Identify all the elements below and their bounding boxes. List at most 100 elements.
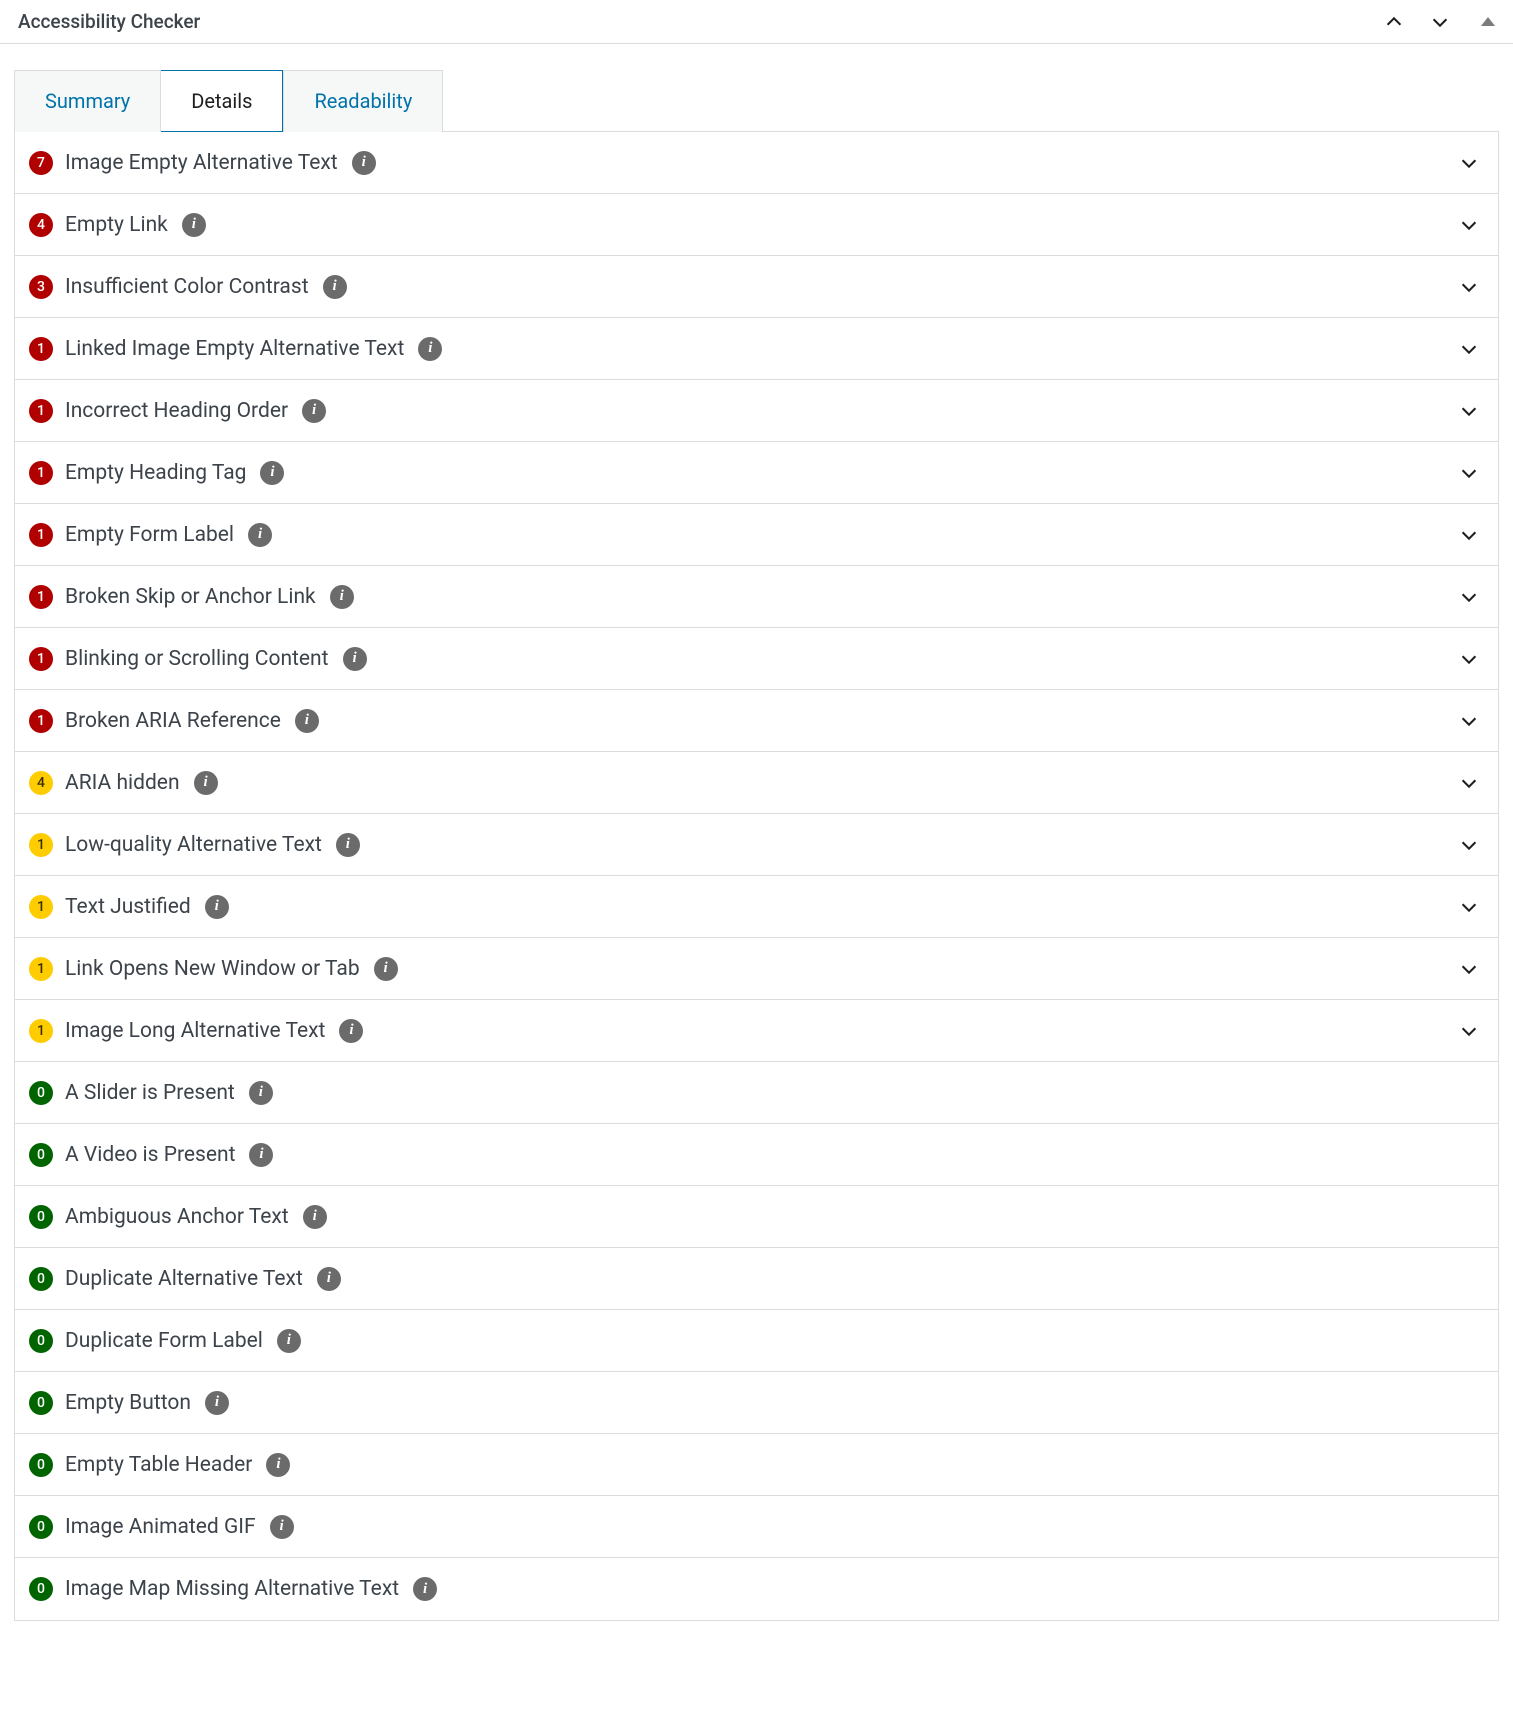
issue-row[interactable]: 1 Incorrect Heading Order i xyxy=(15,380,1498,442)
chevron-down-icon[interactable] xyxy=(1458,524,1480,546)
issue-row: 0A Video is Presenti xyxy=(15,1124,1498,1186)
issue-title: Insufficient Color Contrast xyxy=(65,275,309,299)
panel-header-controls xyxy=(1383,11,1495,33)
issue-title: Blinking or Scrolling Content xyxy=(65,647,329,671)
issue-title: Incorrect Heading Order xyxy=(65,399,288,423)
info-icon[interactable]: i xyxy=(205,895,229,919)
chevron-down-icon[interactable] xyxy=(1458,958,1480,980)
chevron-down-icon[interactable] xyxy=(1458,152,1480,174)
chevron-down-icon[interactable] xyxy=(1458,772,1480,794)
chevron-down-icon[interactable] xyxy=(1458,462,1480,484)
count-badge: 0 xyxy=(29,1143,53,1167)
info-icon[interactable]: i xyxy=(266,1453,290,1477)
info-icon[interactable]: i xyxy=(302,399,326,423)
issue-title: ARIA hidden xyxy=(65,771,180,795)
chevron-down-icon[interactable] xyxy=(1458,214,1480,236)
info-icon[interactable]: i xyxy=(260,461,284,485)
chevron-down-icon[interactable] xyxy=(1458,400,1480,422)
chevron-down-icon[interactable] xyxy=(1458,276,1480,298)
info-icon[interactable]: i xyxy=(277,1329,301,1353)
issue-title: Broken Skip or Anchor Link xyxy=(65,585,316,609)
info-icon[interactable]: i xyxy=(303,1205,327,1229)
issue-row[interactable]: 1 Empty Form Label i xyxy=(15,504,1498,566)
triangle-up-icon[interactable] xyxy=(1481,17,1495,26)
issue-row[interactable]: 1 Text Justified i xyxy=(15,876,1498,938)
issue-row[interactable]: 1 Empty Heading Tag i xyxy=(15,442,1498,504)
issue-row[interactable]: 4 ARIA hidden i xyxy=(15,752,1498,814)
tab-summary[interactable]: Summary xyxy=(14,70,161,132)
issue-row[interactable]: 1Blinking or Scrolling Contenti xyxy=(15,628,1498,690)
chevron-down-icon[interactable] xyxy=(1429,11,1451,33)
chevron-down-icon[interactable] xyxy=(1458,648,1480,670)
chevron-down-icon[interactable] xyxy=(1458,834,1480,856)
count-badge: 1 xyxy=(29,585,53,609)
count-badge: 1 xyxy=(29,1019,53,1043)
info-icon[interactable]: i xyxy=(317,1267,341,1291)
count-badge: 1 xyxy=(29,957,53,981)
issue-title: Low-quality Alternative Text xyxy=(65,833,322,857)
issue-row[interactable]: 3Insufficient Color Contrasti xyxy=(15,256,1498,318)
chevron-down-icon[interactable] xyxy=(1458,338,1480,360)
count-badge: 1 xyxy=(29,337,53,361)
tab-readability[interactable]: Readability xyxy=(283,70,443,132)
count-badge: 1 xyxy=(29,895,53,919)
count-badge: 1 xyxy=(29,461,53,485)
info-icon[interactable]: i xyxy=(336,833,360,857)
issue-title: Image Long Alternative Text xyxy=(65,1019,325,1043)
issue-row[interactable]: 1Link Opens New Window or Tabi xyxy=(15,938,1498,1000)
info-icon[interactable]: i xyxy=(248,523,272,547)
count-badge: 0 xyxy=(29,1205,53,1229)
count-badge: 0 xyxy=(29,1577,53,1601)
info-icon[interactable]: i xyxy=(413,1577,437,1601)
issue-title: Linked Image Empty Alternative Text xyxy=(65,337,404,361)
info-icon[interactable]: i xyxy=(352,151,376,175)
info-icon[interactable]: i xyxy=(374,957,398,981)
issue-row[interactable]: 7 Image Empty Alternative Text i xyxy=(15,132,1498,194)
info-icon[interactable]: i xyxy=(194,771,218,795)
issue-row[interactable]: 4Empty Linki xyxy=(15,194,1498,256)
issue-title: Image Empty Alternative Text xyxy=(65,151,338,175)
tab-bar: SummaryDetailsReadability xyxy=(14,70,1499,132)
info-icon[interactable]: i xyxy=(182,213,206,237)
count-badge: 1 xyxy=(29,523,53,547)
issue-title: Image Animated GIF xyxy=(65,1515,256,1539)
issue-row[interactable]: 1Low-quality Alternative Texti xyxy=(15,814,1498,876)
info-icon[interactable]: i xyxy=(343,647,367,671)
issue-title: Text Justified xyxy=(65,895,191,919)
issue-title: Image Map Missing Alternative Text xyxy=(65,1577,399,1601)
info-icon[interactable]: i xyxy=(295,709,319,733)
chevron-down-icon[interactable] xyxy=(1458,586,1480,608)
issue-title: Empty Form Label xyxy=(65,523,234,547)
panel-title: Accessibility Checker xyxy=(18,10,200,33)
issue-title: A Slider is Present xyxy=(65,1081,235,1105)
info-icon[interactable]: i xyxy=(249,1081,273,1105)
count-badge: 0 xyxy=(29,1267,53,1291)
chevron-down-icon[interactable] xyxy=(1458,1020,1480,1042)
issue-row: 0 Ambiguous Anchor Text i xyxy=(15,1186,1498,1248)
info-icon[interactable]: i xyxy=(249,1143,273,1167)
chevron-up-icon[interactable] xyxy=(1383,11,1405,33)
issue-row: 0A Slider is Presenti xyxy=(15,1062,1498,1124)
issue-row: 0Image Animated GIFi xyxy=(15,1496,1498,1558)
issue-row[interactable]: 1 Broken Skip or Anchor Link i xyxy=(15,566,1498,628)
issue-title: Empty Heading Tag xyxy=(65,461,246,485)
count-badge: 0 xyxy=(29,1391,53,1415)
issue-row[interactable]: 1 Linked Image Empty Alternative Text i xyxy=(15,318,1498,380)
issue-title: Empty Link xyxy=(65,213,168,237)
chevron-down-icon[interactable] xyxy=(1458,710,1480,732)
info-icon[interactable]: i xyxy=(418,337,442,361)
count-badge: 1 xyxy=(29,399,53,423)
issue-row[interactable]: 1Broken ARIA Referencei xyxy=(15,690,1498,752)
info-icon[interactable]: i xyxy=(205,1391,229,1415)
issue-title: Ambiguous Anchor Text xyxy=(65,1205,289,1229)
count-badge: 7 xyxy=(29,151,53,175)
panel-header: Accessibility Checker xyxy=(0,0,1513,44)
tab-details[interactable]: Details xyxy=(161,70,283,132)
info-icon[interactable]: i xyxy=(270,1515,294,1539)
info-icon[interactable]: i xyxy=(323,275,347,299)
info-icon[interactable]: i xyxy=(330,585,354,609)
issue-row[interactable]: 1 Image Long Alternative Text i xyxy=(15,1000,1498,1062)
info-icon[interactable]: i xyxy=(339,1019,363,1043)
count-badge: 4 xyxy=(29,771,53,795)
chevron-down-icon[interactable] xyxy=(1458,896,1480,918)
